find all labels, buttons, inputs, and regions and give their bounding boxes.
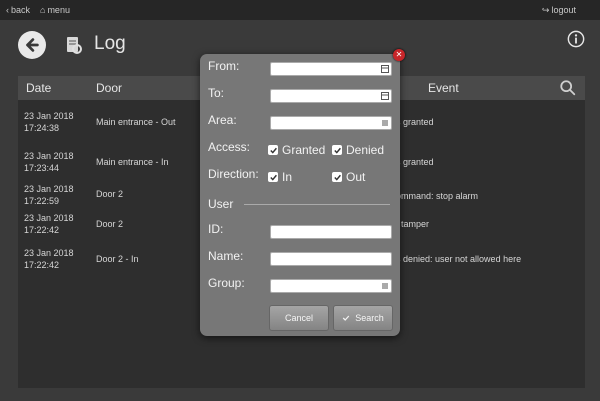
checkbox-checked-icon — [268, 145, 278, 155]
user-section-title: User — [208, 197, 234, 211]
close-button[interactable]: ✕ — [393, 49, 405, 61]
to-label: To: — [208, 86, 225, 100]
from-date-field[interactable] — [270, 62, 392, 76]
name-field[interactable] — [270, 252, 392, 266]
granted-label: Granted — [282, 143, 326, 157]
out-checkbox[interactable]: Out — [332, 170, 365, 184]
denied-checkbox[interactable]: Denied — [332, 143, 384, 157]
area-label: Area: — [208, 113, 237, 127]
id-label: ID: — [208, 222, 224, 236]
area-select[interactable] — [270, 116, 392, 130]
filter-dialog: ✕ From: To: Area: Access: Granted Denied… — [200, 49, 405, 336]
from-label: From: — [208, 59, 240, 73]
list-icon — [382, 283, 388, 289]
direction-label: Direction: — [208, 167, 259, 181]
in-label: In — [282, 170, 293, 184]
close-icon: ✕ — [395, 50, 403, 59]
id-field[interactable] — [270, 225, 392, 239]
denied-label: Denied — [346, 143, 385, 157]
granted-checkbox[interactable]: Granted — [268, 143, 325, 157]
checkbox-checked-icon — [268, 172, 278, 182]
group-label: Group: — [208, 276, 245, 290]
access-label: Access: — [208, 140, 251, 154]
modal-overlay: ✕ From: To: Area: Access: Granted Denied… — [0, 0, 600, 401]
out-label: Out — [346, 170, 366, 184]
calendar-icon — [381, 92, 389, 100]
checkbox-checked-icon — [332, 145, 342, 155]
group-select[interactable] — [270, 279, 392, 293]
cancel-label: Cancel — [284, 313, 313, 323]
calendar-icon — [381, 65, 389, 73]
check-icon — [342, 315, 350, 321]
list-icon — [382, 120, 388, 126]
to-date-field[interactable] — [270, 89, 392, 103]
cancel-button[interactable]: Cancel — [269, 305, 329, 331]
in-checkbox[interactable]: In — [268, 170, 292, 184]
section-divider — [244, 204, 390, 205]
search-label: Search — [355, 313, 384, 323]
search-button[interactable]: Search — [333, 305, 393, 331]
name-label: Name: — [208, 249, 244, 263]
checkbox-checked-icon — [332, 172, 342, 182]
